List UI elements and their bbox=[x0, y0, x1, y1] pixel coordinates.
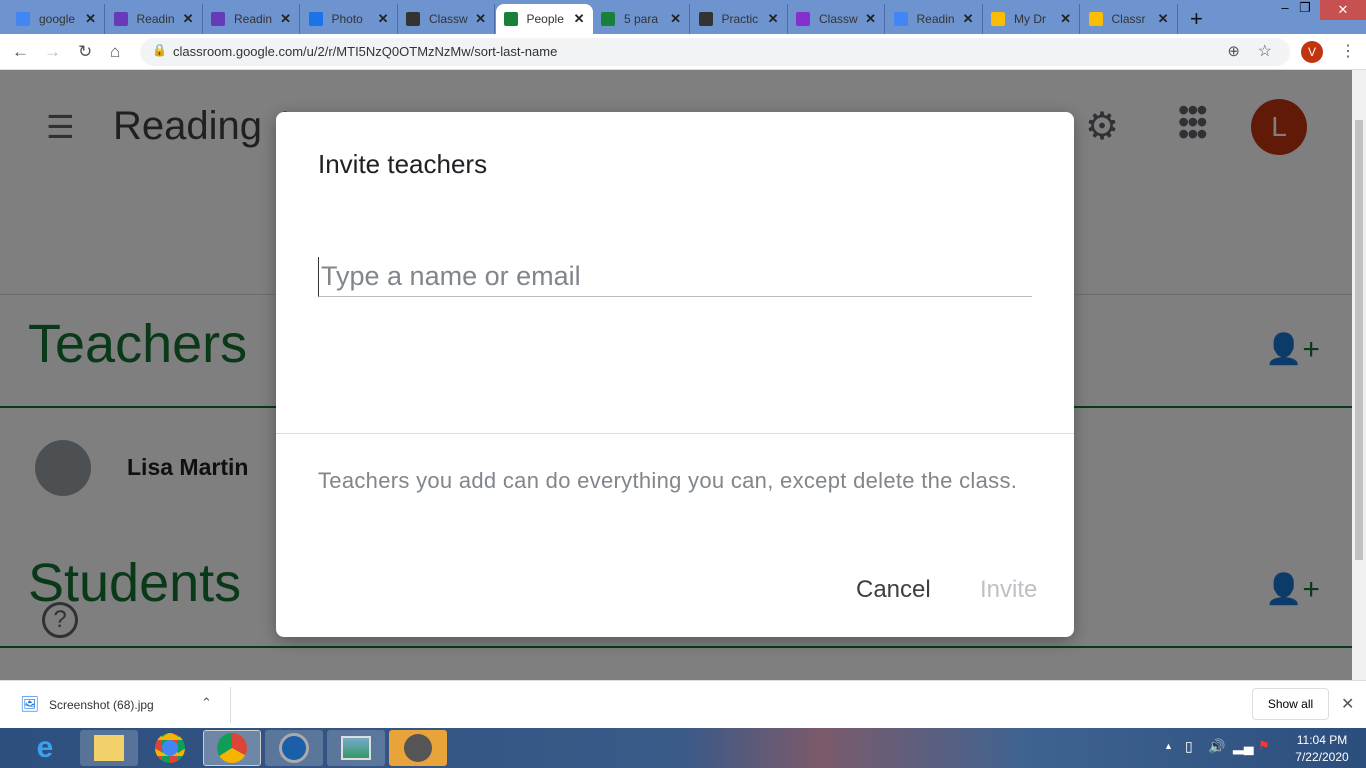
tab-title: Classw bbox=[429, 12, 468, 26]
close-icon[interactable]: ✕ bbox=[1341, 694, 1354, 714]
dialog-divider bbox=[276, 433, 1074, 434]
date: 7/22/2020 bbox=[1295, 750, 1349, 764]
favicon-icon bbox=[211, 12, 225, 26]
network-icon[interactable]: ▂▄ bbox=[1233, 738, 1254, 755]
close-tab-icon[interactable]: ✕ bbox=[1060, 11, 1071, 27]
chevron-up-icon[interactable]: ⌃ bbox=[201, 695, 212, 711]
chrome-profile-icon[interactable] bbox=[203, 730, 261, 766]
scrollbar[interactable] bbox=[1352, 70, 1366, 680]
tab-9[interactable]: Readin ✕ bbox=[886, 4, 983, 34]
close-tab-icon[interactable]: ✕ bbox=[183, 11, 194, 27]
favicon-icon bbox=[893, 12, 908, 26]
close-tab-icon[interactable]: ✕ bbox=[768, 11, 779, 27]
close-tab-icon[interactable]: ✕ bbox=[1158, 11, 1169, 27]
invite-button[interactable]: Invite bbox=[980, 576, 1037, 604]
tab-6[interactable]: 5 para ✕ bbox=[593, 4, 690, 34]
ie-icon[interactable]: e bbox=[16, 730, 74, 766]
dialog-title: Invite teachers bbox=[318, 149, 488, 179]
tab-2[interactable]: Readin ✕ bbox=[203, 4, 300, 34]
favicon-icon bbox=[406, 12, 420, 26]
favicon-icon bbox=[16, 12, 30, 26]
close-tab-icon[interactable]: ✕ bbox=[85, 11, 96, 27]
toolbar: ← → ↻ ⌂ 🔒 classroom.google.com/u/2/r/MTI… bbox=[0, 34, 1366, 70]
clock[interactable]: 11:04 PM 7/22/2020 bbox=[1283, 732, 1361, 766]
favicon-icon bbox=[601, 12, 615, 26]
favicon-icon bbox=[796, 12, 810, 26]
url-text: classroom.google.com/u/2/r/MTI5NzQ0OTMzN… bbox=[173, 44, 558, 59]
close-tab-icon[interactable]: ✕ bbox=[475, 11, 486, 27]
name-email-input[interactable] bbox=[318, 257, 1032, 297]
close-tab-icon[interactable]: ✕ bbox=[963, 11, 974, 27]
tab-title: 5 para bbox=[624, 12, 659, 26]
tab-title: Readin bbox=[234, 12, 273, 26]
time: 11:04 PM bbox=[1296, 733, 1348, 747]
tray-expand-icon[interactable]: ▲ bbox=[1164, 741, 1173, 751]
restore-button[interactable]: ❐ bbox=[1290, 0, 1320, 20]
chrome-icon[interactable] bbox=[141, 730, 199, 766]
address-bar[interactable]: 🔒 classroom.google.com/u/2/r/MTI5NzQ0OTM… bbox=[140, 38, 1290, 66]
tab-title: Readin bbox=[136, 12, 175, 26]
download-bar: 🖼 Screenshot (68).jpg ⌃ Show all ✕ bbox=[0, 680, 1366, 728]
photos-icon[interactable] bbox=[327, 730, 385, 766]
home-icon[interactable]: ⌂ bbox=[110, 42, 120, 62]
action-center-icon[interactable]: ⚑ bbox=[1258, 738, 1270, 754]
tab-7[interactable]: Practic ✕ bbox=[691, 4, 788, 34]
tab-title: Readin bbox=[916, 12, 955, 26]
tab-0[interactable]: google ✕ bbox=[8, 4, 105, 34]
tab-11[interactable]: Classr ✕ bbox=[1081, 4, 1178, 34]
close-tab-icon[interactable]: ✕ bbox=[865, 11, 876, 27]
tab-4[interactable]: Classw ✕ bbox=[398, 4, 495, 34]
favicon-icon bbox=[991, 12, 1005, 26]
close-tab-icon[interactable]: ✕ bbox=[574, 11, 585, 27]
back-icon[interactable]: ← bbox=[12, 42, 29, 62]
forward-icon[interactable]: → bbox=[44, 42, 61, 62]
tab-title: google bbox=[39, 12, 76, 26]
favicon-icon bbox=[698, 12, 713, 26]
dialog-note: Teachers you add can do everything you c… bbox=[318, 468, 1018, 493]
tab-title: Classr bbox=[1111, 12, 1146, 26]
media-player-icon[interactable] bbox=[265, 730, 323, 766]
scrollbar-thumb[interactable] bbox=[1355, 120, 1363, 560]
star-icon[interactable]: ☆ bbox=[1258, 41, 1272, 61]
favicon-icon bbox=[503, 12, 518, 26]
image-file-icon: 🖼 bbox=[20, 696, 40, 713]
tab-8[interactable]: Classw ✕ bbox=[788, 4, 885, 34]
menu-icon[interactable]: ⋮ bbox=[1340, 41, 1356, 61]
new-tab-button[interactable]: + bbox=[1190, 6, 1203, 32]
favicon-icon bbox=[308, 12, 323, 26]
tab-title: People bbox=[526, 12, 564, 26]
download-item[interactable]: Screenshot (68).jpg bbox=[49, 698, 154, 712]
zoom-icon[interactable]: ⊕ bbox=[1227, 42, 1240, 60]
tab-title: Photo bbox=[331, 12, 363, 26]
favicon-icon bbox=[113, 12, 128, 26]
show-all-button[interactable]: Show all bbox=[1252, 688, 1329, 720]
lock-icon: 🔒 bbox=[152, 43, 167, 57]
taskbar: e ▲ ▯ 🔊 ▂▄ ⚑ 11:04 PM 7/22/2020 bbox=[0, 728, 1366, 768]
reload-icon[interactable]: ↻ bbox=[78, 42, 92, 62]
app-icon[interactable] bbox=[389, 730, 447, 766]
close-tab-icon[interactable]: ✕ bbox=[280, 11, 291, 27]
invite-teachers-dialog: Invite teachers Teachers you add can do … bbox=[276, 112, 1074, 637]
tab-strip: google ✕ Readin ✕ Readin ✕ Photo ✕ Classw ✕ People… bbox=[0, 0, 1366, 34]
tab-title: Practic bbox=[721, 12, 759, 26]
tab-10[interactable]: My Dr ✕ bbox=[983, 4, 1080, 34]
favicon-icon bbox=[1088, 12, 1103, 26]
cancel-button[interactable]: Cancel bbox=[856, 576, 931, 604]
profile-avatar[interactable]: V bbox=[1301, 41, 1323, 63]
tab-1[interactable]: Readin ✕ bbox=[106, 4, 203, 34]
battery-icon[interactable]: ▯ bbox=[1185, 738, 1193, 755]
close-window-button[interactable]: ✕ bbox=[1320, 0, 1366, 20]
divider bbox=[230, 687, 231, 723]
close-tab-icon[interactable]: ✕ bbox=[378, 11, 389, 27]
close-tab-icon[interactable]: ✕ bbox=[670, 11, 681, 27]
tab-3[interactable]: Photo ✕ bbox=[301, 4, 398, 34]
tab-title: Classw bbox=[819, 12, 858, 26]
tab-title: My Dr bbox=[1014, 12, 1046, 26]
tab-5[interactable]: People ✕ bbox=[495, 4, 593, 34]
volume-icon[interactable]: 🔊 bbox=[1208, 738, 1225, 755]
explorer-icon[interactable] bbox=[80, 730, 138, 766]
